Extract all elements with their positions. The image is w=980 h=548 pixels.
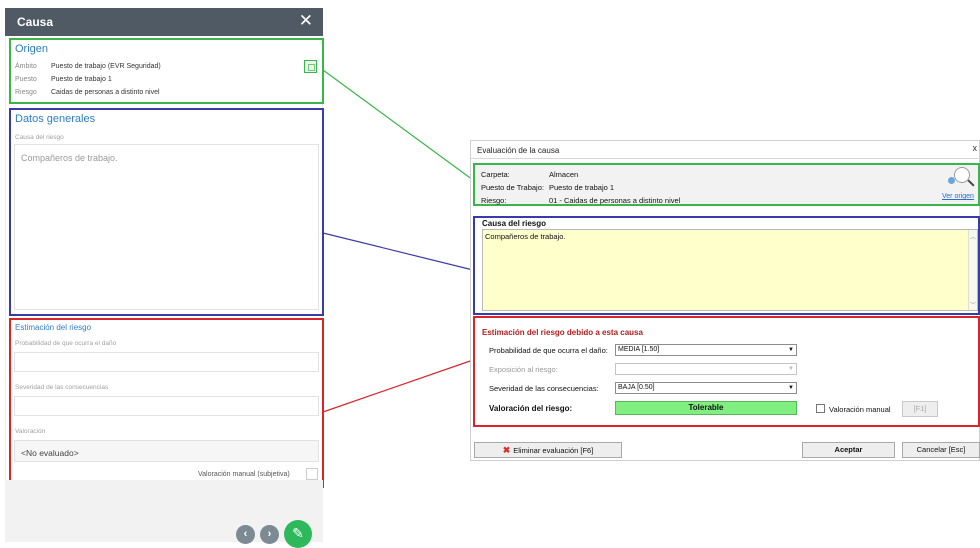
probabilidad-select[interactable]: MEDIA [1.50] ▼	[615, 344, 797, 356]
severidad-label: Severidad de las consecuencias:	[489, 384, 599, 393]
dialog-title: Evaluación de la causa	[477, 146, 560, 155]
info-row-label: Carpeta:	[481, 170, 510, 179]
origen-row-ambito: Ámbito Puesto de trabajo (EVR Seguridad)	[15, 63, 161, 70]
datos-generales-section: Datos generales Causa del riesgo Compañe…	[9, 108, 324, 316]
dropdown-arrow-icon: ▼	[788, 347, 794, 353]
origen-section: Origen Ámbito Puesto de trabajo (EVR Segu…	[9, 38, 324, 104]
valoracion-result: Tolerable	[615, 401, 797, 415]
info-row-label: Riesgo:	[481, 196, 507, 205]
info-row-value: 01 - Caidas de personas a distinto nivel	[549, 196, 681, 205]
cancelar-button[interactable]: Cancelar [Esc]	[902, 442, 980, 458]
scroll-up-icon[interactable]: ︿	[970, 232, 976, 241]
info-row-puesto: Puesto de Trabajo: Puesto de trabajo 1	[481, 183, 614, 192]
causa-text: Compañeros de trabajo.	[485, 232, 566, 241]
info-row-carpeta: Carpeta: Almacen	[481, 170, 578, 179]
f1-button[interactable]: [F1]	[902, 401, 938, 417]
severidad-field[interactable]	[14, 396, 319, 416]
causa-field-label: Causa del riesgo	[15, 134, 64, 141]
origen-row-puesto: Puesto Puesto de trabajo 1	[15, 76, 112, 83]
green-connector	[322, 69, 474, 181]
blue-connector	[322, 232, 474, 271]
probabilidad-label: Probabilidad de que ocurra el daño:	[489, 346, 608, 355]
red-connector	[322, 359, 474, 413]
origen-row-label: Puesto	[15, 76, 37, 83]
ver-origen-button[interactable]: Ver origen	[940, 163, 980, 205]
prev-button[interactable]: ‹	[236, 525, 255, 544]
info-row-label: Puesto de Trabajo:	[481, 183, 544, 192]
title-divider	[471, 158, 980, 159]
estimacion-title: Estimación del riesgo	[15, 323, 92, 332]
probabilidad-field[interactable]	[14, 352, 319, 372]
origen-row-value: Puesto de trabajo 1	[51, 76, 112, 83]
estimacion-section: Estimación del riesgo Probabilidad de qu…	[9, 318, 324, 488]
valoracion-manual-checkbox[interactable]	[306, 468, 318, 480]
severidad-value: BAJA [0.50]	[618, 384, 655, 391]
panel-body: Origen Ámbito Puesto de trabajo (EVR Segu…	[5, 36, 324, 488]
ver-origen-label: Ver origen	[942, 193, 974, 200]
estimacion-title: Estimación del riesgo debido a esta caus…	[482, 328, 643, 337]
info-row-riesgo: Riesgo: 01 - Caidas de personas a distint…	[481, 196, 680, 205]
close-icon[interactable]: ✕	[299, 11, 313, 31]
eliminar-evaluacion-button[interactable]: ✖ Eliminar evaluación [F6]	[474, 442, 622, 458]
magnifier-handle	[967, 179, 975, 187]
panel-footer: ‹ › ✎	[5, 480, 323, 548]
edit-button[interactable]: ✎	[284, 520, 312, 548]
origen-row-label: Riesgo	[15, 89, 37, 96]
panel-title: Causa	[17, 15, 54, 29]
origen-row-value: Caidas de personas a distinto nivel	[51, 89, 160, 96]
causa-textarea[interactable]: Compañeros de trabajo.	[14, 144, 319, 310]
valoracion-label: Valoración del riesgo:	[489, 404, 573, 413]
delete-icon: ✖	[502, 445, 511, 455]
dropdown-arrow-icon: ▼	[788, 385, 794, 391]
severidad-select[interactable]: BAJA [0.50] ▼	[615, 382, 797, 394]
info-row-value: Almacen	[549, 170, 579, 179]
origen-link-icon[interactable]	[304, 60, 317, 73]
origen-title: Origen	[15, 43, 49, 55]
probabilidad-label: Probabilidad de que ocurra el daño	[15, 340, 117, 347]
causa-title: Causa del riesgo	[482, 219, 547, 228]
valoracion-manual-label: Valoración manual (subjetiva)	[198, 471, 290, 478]
aceptar-button[interactable]: Aceptar	[802, 442, 895, 458]
probabilidad-value: MEDIA [1.50]	[618, 346, 660, 353]
mobile-causa-panel: Causa ✕ Origen Ámbito Puesto de trabajo (…	[5, 8, 324, 548]
valoracion-manual-checkbox[interactable]	[816, 404, 825, 413]
info-row-value: Puesto de trabajo 1	[549, 183, 615, 192]
exposicion-label: Exposición al riesgo:	[489, 365, 558, 374]
severidad-label: Severidad de las consecuencias	[15, 384, 109, 391]
causa-textarea[interactable]: Compañeros de trabajo. ︿ ﹀	[482, 229, 978, 311]
origen-row-riesgo: Riesgo Caidas de personas a distinto nive…	[15, 89, 160, 96]
origen-row-value: Puesto de trabajo (EVR Seguridad)	[51, 63, 161, 70]
valoracion-field: <No evaluado>	[14, 440, 319, 462]
eliminar-label: Eliminar evaluación [F6]	[513, 446, 594, 455]
valoracion-label: Valoración	[15, 428, 46, 435]
panel-header: Causa ✕	[5, 8, 323, 36]
info-section: Carpeta: Almacen Puesto de Trabajo: Puesto…	[473, 163, 980, 206]
scroll-down-icon[interactable]: ﹀	[970, 300, 976, 309]
valoracion-manual-label: Valoración manual	[829, 405, 891, 414]
exposicion-select[interactable]: ▼	[615, 363, 797, 375]
textarea-scrollbar[interactable]: ︿ ﹀	[968, 230, 977, 310]
close-icon[interactable]: x	[973, 143, 978, 153]
datos-generales-title: Datos generales	[15, 113, 96, 125]
next-button[interactable]: ›	[260, 525, 279, 544]
dropdown-arrow-icon: ▼	[788, 366, 794, 372]
causa-placeholder: Compañeros de trabajo.	[21, 153, 118, 163]
valoracion-value: <No evaluado>	[21, 448, 79, 458]
origen-row-label: Ámbito	[15, 63, 37, 70]
